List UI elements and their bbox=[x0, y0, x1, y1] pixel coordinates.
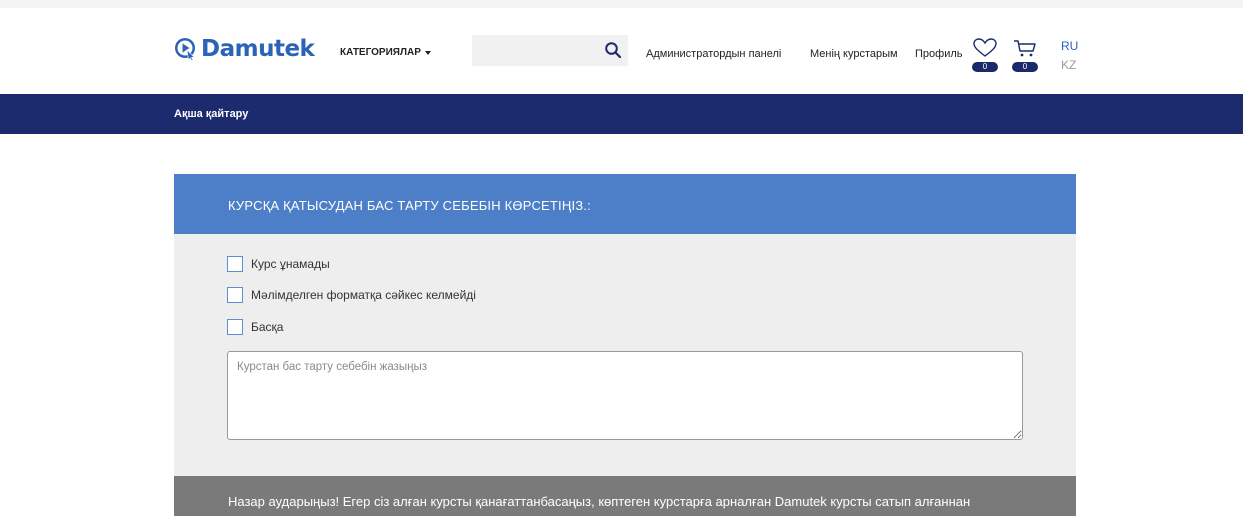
search-input[interactable] bbox=[472, 35, 592, 66]
reason-textarea[interactable] bbox=[227, 351, 1023, 440]
reason-option-disliked[interactable]: Курс ұнамады bbox=[227, 256, 330, 272]
cart-count-badge: 0 bbox=[1012, 62, 1038, 72]
checkbox-other[interactable] bbox=[227, 319, 243, 335]
wishlist-count-badge: 0 bbox=[972, 62, 998, 72]
notice-banner: Назар аударыңыз! Егер сіз алған курсты қ… bbox=[174, 476, 1076, 516]
lang-kz-link[interactable]: KZ bbox=[1061, 58, 1076, 72]
search-box bbox=[472, 35, 628, 66]
logo-text: Damutek bbox=[201, 36, 315, 62]
lang-ru-link[interactable]: RU bbox=[1061, 39, 1078, 53]
page-title: Ақша қайтару bbox=[174, 108, 249, 120]
wishlist-button[interactable]: 0 bbox=[971, 36, 999, 76]
cart-icon bbox=[1014, 40, 1036, 57]
refund-form-header: КУРСҚА ҚАТЫСУДАН БАС ТАРТУ СЕБЕБІН КӨРСЕ… bbox=[174, 174, 1076, 234]
checkbox-disliked[interactable] bbox=[227, 256, 243, 272]
heart-icon bbox=[973, 38, 997, 57]
profile-link[interactable]: Профиль bbox=[915, 48, 963, 60]
reason-option-label: Басқа bbox=[251, 320, 284, 334]
categories-label: КАТЕГОРИЯЛАР bbox=[340, 47, 421, 58]
reason-option-label: Курс ұнамады bbox=[251, 257, 330, 271]
notice-text: Назар аударыңыз! Егер сіз алған курсты қ… bbox=[228, 494, 971, 509]
top-strip bbox=[0, 0, 1243, 8]
logo-play-cursor-icon bbox=[175, 38, 195, 61]
checkbox-format-mismatch[interactable] bbox=[227, 287, 243, 303]
refund-form-heading: КУРСҚА ҚАТЫСУДАН БАС ТАРТУ СЕБЕБІН КӨРСЕ… bbox=[228, 198, 591, 213]
refund-form-card: КУРСҚА ҚАТЫСУДАН БАС ТАРТУ СЕБЕБІН КӨРСЕ… bbox=[174, 174, 1076, 516]
categories-dropdown[interactable]: КАТЕГОРИЯЛАР bbox=[340, 47, 431, 58]
my-courses-link[interactable]: Менің курстарым bbox=[810, 48, 898, 60]
logo[interactable]: Damutek bbox=[174, 36, 315, 62]
reason-option-label: Мәлімделген форматқа сәйкес келмейді bbox=[251, 288, 476, 302]
search-icon[interactable] bbox=[604, 41, 622, 59]
admin-panel-link[interactable]: Администратордын панелі bbox=[646, 48, 781, 60]
site-header: Damutek КАТЕГОРИЯЛАР Администратордын па… bbox=[0, 8, 1243, 94]
cart-button[interactable]: 0 bbox=[1011, 36, 1039, 76]
reason-option-other[interactable]: Басқа bbox=[227, 319, 283, 335]
caret-down-icon bbox=[424, 50, 431, 55]
reason-option-format-mismatch[interactable]: Мәлімделген форматқа сәйкес келмейді bbox=[227, 287, 476, 303]
page-title-bar: Ақша қайтару bbox=[0, 94, 1243, 134]
